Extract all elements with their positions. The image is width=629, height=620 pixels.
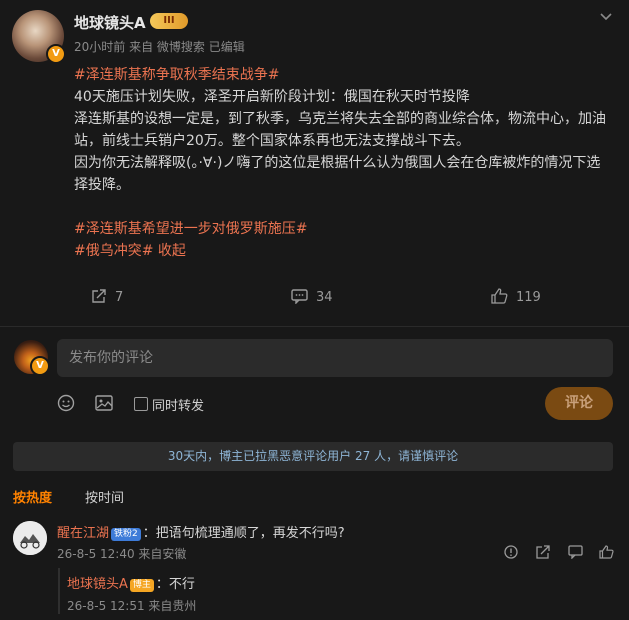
topic-tag[interactable]: #泽连斯基希望进一步对俄罗斯施压# [74, 221, 307, 237]
reply-meta: 26-8-5 12:51 来自贵州 [67, 599, 197, 613]
comment-button[interactable]: 34 [291, 288, 333, 305]
comment-meta: 26-8-5 12:40 来自安徽 [57, 547, 187, 561]
topic-tag[interactable]: #泽连斯基称争取秋季结束战争# [74, 67, 279, 83]
current-user-avatar: V [14, 340, 50, 376]
like-count: 119 [516, 290, 541, 305]
vip-badge: III [150, 13, 188, 29]
repost-count: 7 [115, 290, 124, 305]
share-icon [92, 289, 106, 303]
post-text-line: 因为你无法解释吸(。·∀·)ノ嗨了的这位是根据什么认为俄国人会在仓库被炸的情况下… [74, 155, 601, 193]
comment-content: 醒在江湖 铁粉2 ：把语句梳理通顺了，再发不行吗? [57, 522, 345, 541]
commenter-avatar[interactable] [13, 521, 47, 555]
report-icon[interactable] [504, 545, 518, 563]
tab-sort-time[interactable]: 按时间 [85, 487, 124, 506]
repost-checkbox[interactable] [134, 397, 148, 411]
reply-content: 地球镜头A 博主 ：不行 [67, 573, 195, 592]
tab-sort-hot[interactable]: 按热度 [13, 487, 52, 506]
verified-icon: V [46, 44, 66, 64]
commenter-name[interactable]: 醒在江湖 [57, 526, 109, 541]
submit-comment-button[interactable]: 评论 [545, 387, 613, 420]
author-badge: 博主 [129, 579, 154, 592]
moderation-notice: 30天内，博主已拉黑恶意评论用户 27 人，请谨慎评论 [13, 442, 613, 471]
comment-count: 34 [316, 290, 333, 305]
image-icon[interactable] [95, 394, 113, 416]
reply-thread-line [58, 568, 60, 614]
post-meta: 20小时前 来自 微博搜索 已编辑 [74, 40, 245, 54]
verified-icon: V [30, 356, 50, 376]
post-body: #泽连斯基称争取秋季结束战争# 40天施压计划失败，泽圣开启新阶段计划：俄国在秋… [74, 64, 614, 262]
comment-icon [291, 289, 308, 305]
chevron-down-icon[interactable] [599, 10, 613, 26]
repost-checkbox-label[interactable]: 同时转发 [152, 395, 204, 414]
author-name[interactable]: 地球镜头A [74, 12, 146, 33]
repost-button[interactable]: 7 [91, 288, 123, 305]
reply-icon[interactable] [568, 545, 583, 563]
reply-text: ：不行 [155, 577, 195, 592]
collapse-link[interactable]: 收起 [158, 243, 186, 259]
post-text-line: 泽连斯基的设想一定是，到了秋季，乌克兰将失去全部的商业综合体，物流中心，加油站，… [74, 111, 606, 149]
emoji-icon[interactable] [57, 394, 75, 416]
post-text-line: 40天施压计划失败，泽圣开启新阶段计划：俄国在秋天时节投降 [74, 89, 470, 105]
comment-text: ：把语句梳理通顺了，再发不行吗? [142, 526, 345, 541]
comment-input[interactable]: 发布你的评论 [57, 339, 613, 377]
reply-author-name[interactable]: 地球镜头A [67, 577, 128, 592]
like-button[interactable]: 119 [491, 288, 541, 305]
topic-tag[interactable]: #俄乌冲突# [74, 243, 153, 259]
like-icon[interactable] [599, 545, 614, 563]
commenter-avatar-image [13, 521, 47, 555]
thumbs-up-icon [491, 288, 508, 304]
divider [0, 326, 629, 327]
author-avatar[interactable]: V [12, 10, 66, 64]
fan-level-badge: 铁粉2 [111, 528, 141, 541]
share-icon[interactable] [536, 545, 550, 563]
